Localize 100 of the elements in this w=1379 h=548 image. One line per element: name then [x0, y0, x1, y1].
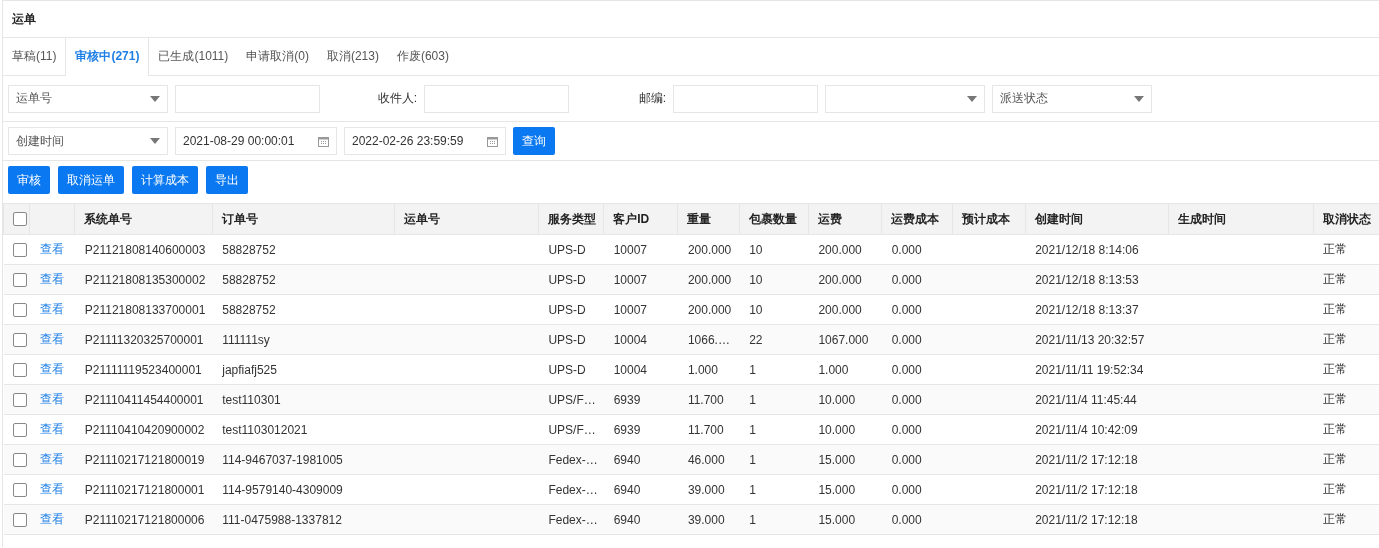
action-button[interactable]: 取消运单	[58, 166, 124, 194]
date-field[interactable]: 2021-08-29 00:00:01	[175, 127, 337, 155]
view-link[interactable]: 查看	[39, 422, 64, 436]
table-cell: 正常	[1323, 392, 1348, 406]
table-cell: 1.000	[687, 362, 718, 377]
table-cell: 6939	[613, 422, 641, 437]
table-cell: 114-9579140-4309009	[222, 482, 343, 497]
table-cell: 11.700	[687, 422, 724, 437]
table-cell: P21111119523400001	[84, 362, 202, 377]
table-cell: 10004	[613, 332, 647, 347]
view-link[interactable]: 查看	[39, 242, 64, 256]
table-cell: 2021/11/13 20:32:57	[1035, 332, 1145, 347]
caret-icon	[967, 95, 977, 102]
table-cell: 10007	[613, 242, 647, 257]
table-cell: 正常	[1323, 302, 1348, 316]
row-checkbox[interactable]	[12, 362, 27, 377]
action-button[interactable]: 导出	[206, 166, 248, 194]
table-cell: UPS/F…	[548, 392, 596, 407]
table-cell: 200.000	[687, 272, 732, 287]
table-cell: 6940	[613, 512, 641, 527]
table-cell: 22	[749, 332, 763, 347]
table-cell: UPS-D	[548, 332, 586, 347]
table-cell: 正常	[1323, 362, 1348, 376]
row-checkbox[interactable]	[12, 332, 27, 347]
action-button[interactable]: 审核	[8, 166, 50, 194]
table-cell: 200.000	[687, 242, 732, 257]
dropdown[interactable]: 运单号	[8, 84, 168, 113]
table-cell: 2021/11/11 19:52:34	[1035, 362, 1144, 377]
column-header: 客户ID	[613, 211, 650, 226]
table-cell: 0.000	[891, 362, 922, 377]
view-link[interactable]: 查看	[39, 362, 64, 376]
table-cell: 10004	[613, 362, 647, 377]
row-checkbox[interactable]	[12, 422, 27, 437]
table-cell: 200.000	[818, 242, 862, 257]
table-cell: 2021/12/18 8:14:06	[1035, 242, 1139, 257]
table-cell: 1	[749, 452, 756, 467]
table-cell: 15.000	[818, 512, 856, 527]
table-cell: 15.000	[818, 452, 856, 467]
column-header: 生成时间	[1178, 211, 1227, 226]
table-cell: japfiafj525	[222, 362, 277, 377]
table-cell: 10007	[613, 272, 647, 287]
table-cell: 46.000	[687, 452, 725, 467]
table-cell: P21110217121800019	[84, 452, 205, 467]
caret-icon	[1134, 95, 1144, 102]
table-cell: 1	[749, 362, 756, 377]
page-title: 运单	[3, 1, 1379, 38]
date-field[interactable]: 2022-02-26 23:59:59	[344, 127, 506, 155]
select-all-checkbox[interactable]	[13, 212, 27, 227]
table-cell: 正常	[1323, 452, 1348, 466]
table-cell: P21111320325700001	[84, 332, 204, 347]
row-checkbox[interactable]	[12, 272, 27, 287]
table-cell: 正常	[1323, 512, 1348, 526]
row-checkbox[interactable]	[12, 302, 27, 317]
tab[interactable]: 取消(213)	[317, 38, 388, 75]
table-cell: 6940	[613, 452, 641, 467]
table-cell: 1066.…	[687, 332, 730, 347]
table-cell: 正常	[1323, 482, 1348, 496]
query-button[interactable]: 查询	[513, 127, 555, 155]
tab[interactable]: 已生成(1011)	[149, 38, 238, 75]
table-cell: 2021/12/18 8:13:53	[1035, 272, 1139, 287]
table-cell: P21121808140600003	[84, 242, 206, 257]
column-header: 运费	[817, 211, 842, 226]
dropdown[interactable]: 创建时间	[8, 127, 168, 155]
column-header: 预计成本	[962, 211, 1011, 226]
table-cell: 1	[749, 422, 756, 437]
tab[interactable]: 审核中(271)	[65, 38, 150, 76]
table-cell: 1067.000	[818, 332, 869, 347]
dropdown[interactable]: 派送状态	[992, 84, 1152, 113]
row-checkbox[interactable]	[12, 242, 27, 257]
action-button[interactable]: 计算成本	[132, 166, 198, 194]
row-checkbox[interactable]	[12, 482, 27, 497]
input-field[interactable]	[175, 84, 320, 113]
input-field[interactable]	[424, 84, 569, 113]
table-cell: 15.000	[818, 482, 856, 497]
table-cell: Fedex-…	[548, 512, 598, 527]
table-cell: 0.000	[891, 302, 922, 317]
row-checkbox[interactable]	[12, 512, 27, 527]
table-cell: 正常	[1323, 422, 1348, 436]
table-cell: Fedex-…	[548, 482, 598, 497]
view-link[interactable]: 查看	[39, 302, 64, 316]
input-field[interactable]	[673, 84, 818, 113]
table-cell: 1	[749, 392, 756, 407]
column-header: 取消状态	[1322, 211, 1371, 226]
row-checkbox[interactable]	[12, 392, 27, 407]
table-cell: 2021/11/2 17:12:18	[1035, 482, 1138, 497]
view-link[interactable]: 查看	[39, 482, 64, 496]
table-cell: 10	[749, 272, 763, 287]
table-cell: 2021/11/4 11:45:44	[1035, 392, 1137, 407]
table-cell: P21110410420900002	[84, 422, 205, 437]
tab[interactable]: 作废(603)	[387, 38, 458, 75]
row-checkbox[interactable]	[12, 452, 27, 467]
table-cell: 0.000	[891, 512, 922, 527]
table-cell: P21110411454400001	[84, 392, 204, 407]
column-header: 创建时间	[1034, 211, 1083, 226]
tab[interactable]: 申请取消(0)	[237, 38, 318, 75]
column-header: 系统单号	[84, 211, 133, 226]
tab[interactable]: 草稿(11)	[3, 38, 66, 75]
table-cell: 10007	[613, 302, 647, 317]
column-header: 运费成本	[891, 211, 940, 226]
table-cell: UPS-D	[548, 362, 586, 377]
